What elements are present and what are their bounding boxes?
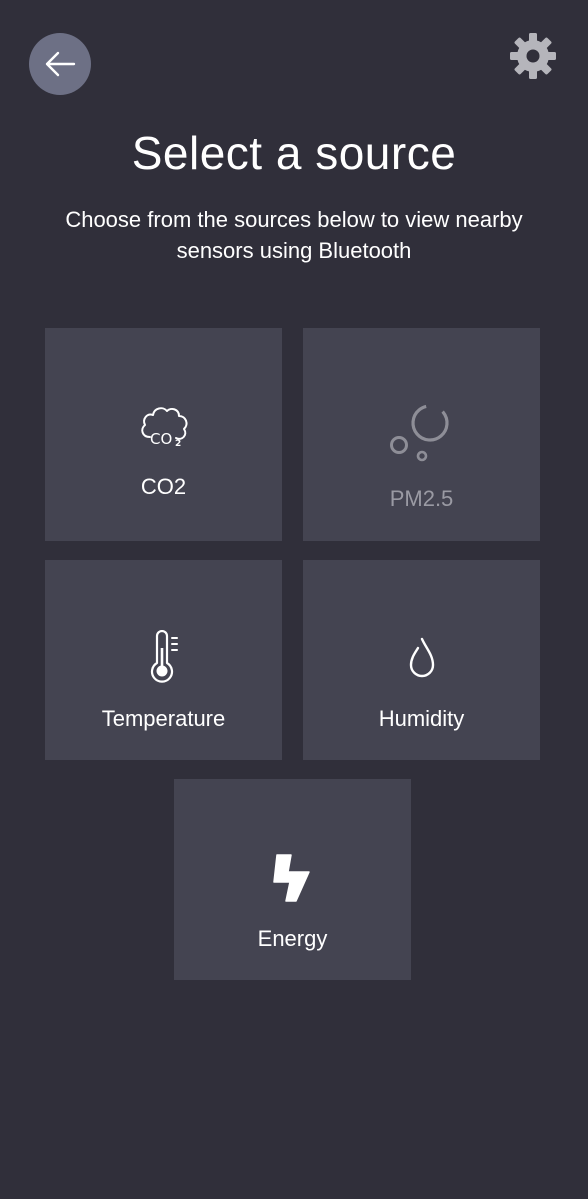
lightning-icon xyxy=(270,852,316,904)
svg-text:2: 2 xyxy=(175,439,181,448)
source-tile-energy[interactable]: Energy xyxy=(174,779,411,980)
source-tile-humidity[interactable]: Humidity xyxy=(303,560,540,760)
source-label: CO2 xyxy=(140,474,187,499)
page-subtitle: Choose from the sources below to view ne… xyxy=(65,207,523,263)
svg-text:CO: CO xyxy=(150,430,172,448)
source-label: PM2.5 xyxy=(389,486,454,511)
source-label: Temperature xyxy=(101,706,226,731)
source-selection-screen: Select a source Choose from the sources … xyxy=(0,0,588,1199)
source-tile-pm25[interactable]: PM2.5 xyxy=(303,328,540,541)
droplet-icon xyxy=(407,636,437,680)
source-tile-co2[interactable]: CO 2 CO2 xyxy=(45,328,282,541)
co2-cloud-icon: CO 2 xyxy=(138,404,190,448)
settings-button[interactable] xyxy=(508,32,558,85)
source-label: Energy xyxy=(257,926,328,951)
page-title: Select a source xyxy=(131,127,457,179)
back-button[interactable] xyxy=(29,33,91,95)
particles-icon xyxy=(389,400,455,464)
arrow-left-icon xyxy=(43,50,77,78)
source-label: Humidity xyxy=(378,706,465,731)
gear-icon xyxy=(509,32,557,85)
source-tile-temperature[interactable]: Temperature xyxy=(45,560,282,760)
thermometer-icon xyxy=(147,630,181,686)
